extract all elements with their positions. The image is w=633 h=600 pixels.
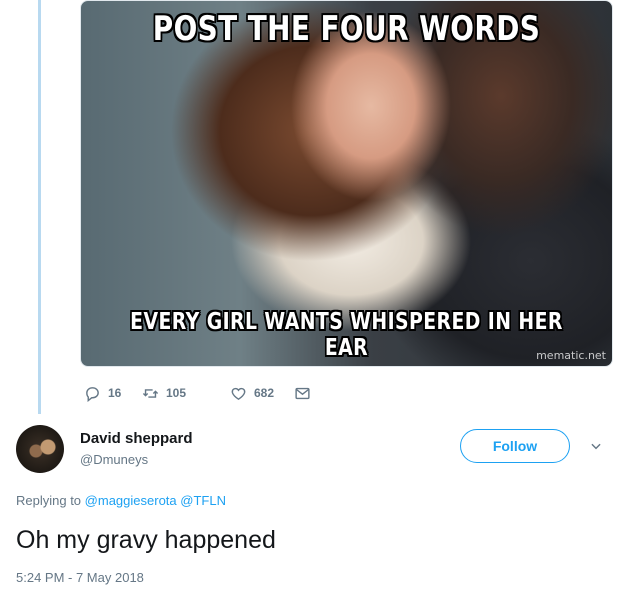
like-button[interactable]: 682 bbox=[230, 385, 294, 402]
author-display-name[interactable]: David sheppard bbox=[80, 430, 193, 447]
reply-icon bbox=[86, 386, 99, 402]
mention-link[interactable]: @TFLN bbox=[180, 493, 226, 508]
follow-button[interactable]: Follow bbox=[460, 429, 570, 463]
retweet-icon bbox=[142, 388, 159, 398]
meme-image[interactable]: POST THE FOUR WORDS EVERY GIRL WANTS WHI… bbox=[80, 0, 613, 367]
avatar[interactable] bbox=[16, 425, 64, 473]
chevron-down-icon[interactable] bbox=[589, 439, 603, 453]
like-count: 682 bbox=[254, 386, 275, 400]
retweet-button[interactable]: 105 bbox=[142, 385, 230, 402]
tweet-text: Oh my gravy happened bbox=[16, 526, 276, 554]
reply-button[interactable]: 16 bbox=[84, 385, 142, 402]
heart-icon bbox=[231, 387, 246, 400]
replying-to-prefix: Replying to bbox=[16, 493, 82, 508]
reply-count: 16 bbox=[108, 386, 122, 400]
thread-connector-line bbox=[38, 0, 41, 414]
retweet-count: 105 bbox=[166, 386, 187, 400]
meme-bottom-caption: EVERY GIRL WANTS WHISPERED IN HER EAR bbox=[130, 309, 563, 361]
mention-link[interactable]: @maggieserota bbox=[85, 493, 177, 508]
replying-to-line: Replying to @maggieserota @TFLN bbox=[16, 493, 226, 508]
author-screen-name[interactable]: @Dmuneys bbox=[80, 452, 148, 467]
tweet-page: POST THE FOUR WORDS EVERY GIRL WANTS WHI… bbox=[0, 0, 633, 600]
meme-watermark: mematic.net bbox=[536, 349, 606, 362]
tweet-timestamp[interactable]: 5:24 PM - 7 May 2018 bbox=[16, 570, 144, 585]
direct-message-button[interactable] bbox=[294, 385, 318, 402]
tweet-action-bar: 16 105 682 bbox=[84, 383, 318, 403]
meme-top-caption: POST THE FOUR WORDS bbox=[152, 9, 541, 49]
envelope-icon bbox=[295, 387, 310, 399]
reply-author-header: David sheppard @Dmuneys Follow bbox=[16, 421, 616, 477]
